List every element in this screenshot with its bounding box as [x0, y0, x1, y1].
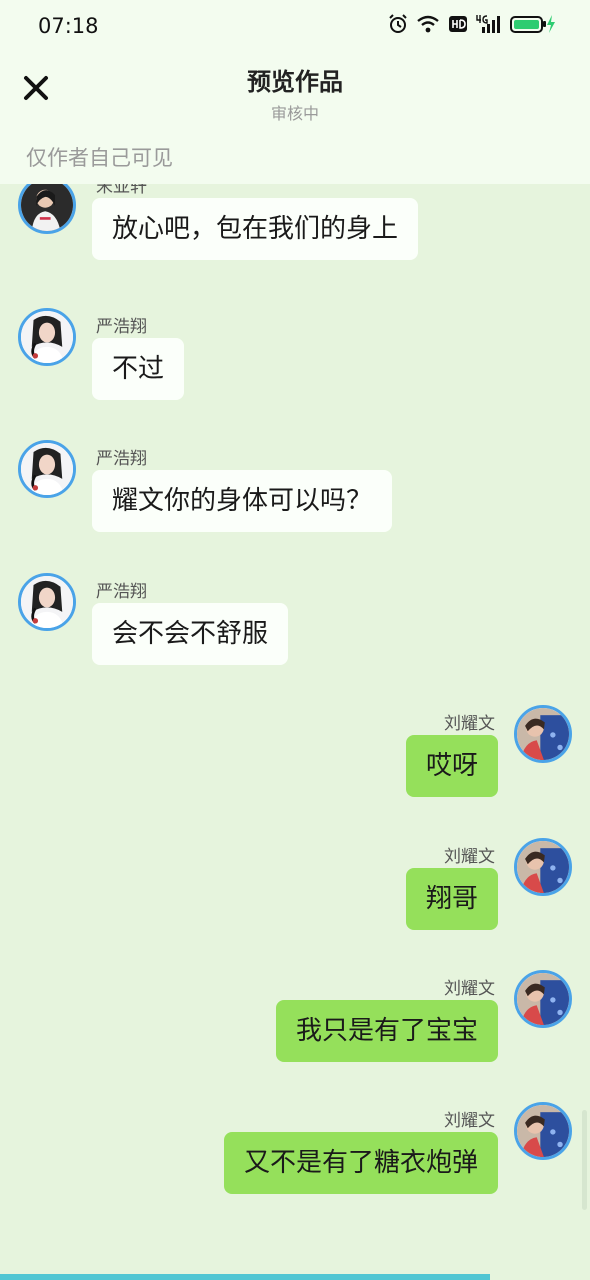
- sender-name: 刘耀文: [444, 714, 495, 734]
- battery-charging-icon: [510, 15, 555, 33]
- sender-name: 刘耀文: [444, 979, 495, 999]
- sender-name: 刘耀文: [444, 1111, 495, 1131]
- message-bubble[interactable]: 不过: [92, 338, 185, 400]
- status-time: 07:18: [38, 14, 99, 38]
- avatar[interactable]: [18, 308, 76, 366]
- progress-fill: [0, 1274, 490, 1280]
- status-bar: 07:18: [0, 0, 590, 52]
- avatar[interactable]: [18, 573, 76, 631]
- avatar[interactable]: [514, 970, 572, 1028]
- wifi-icon: [417, 15, 439, 33]
- alarm-icon: [389, 14, 407, 33]
- avatar[interactable]: [18, 440, 76, 498]
- message-bubble[interactable]: 我只是有了宝宝: [275, 1000, 498, 1062]
- sender-name: 严浩翔: [96, 317, 147, 337]
- preview-header: 预览作品 审核中 仅作者自己可见: [0, 52, 590, 184]
- avatar[interactable]: [514, 705, 572, 763]
- sender-name: 宋亚轩: [96, 184, 147, 197]
- 4g-signal-icon: [476, 15, 500, 33]
- message-bubble[interactable]: 会不会不舒服: [92, 603, 289, 665]
- avatar[interactable]: [514, 1102, 572, 1160]
- message-bubble[interactable]: 又不是有了糖衣炮弹: [223, 1132, 498, 1194]
- message-bubble[interactable]: 哎呀: [405, 735, 498, 797]
- sender-name: 严浩翔: [96, 582, 147, 602]
- message-bubble[interactable]: 耀文你的身体可以吗？: [92, 470, 393, 532]
- chat-feed[interactable]: 宋亚轩 放心吧，包在我们的身上 严浩翔 不过 严浩翔 耀文你的身体可以吗？ 严浩…: [0, 184, 590, 1274]
- avatar[interactable]: [514, 838, 572, 896]
- status-icons: [388, 14, 556, 34]
- review-status: 审核中: [270, 104, 319, 123]
- visibility-notice: 仅作者自己可见: [26, 146, 173, 170]
- message-bubble[interactable]: 翔哥: [405, 868, 498, 930]
- hd-icon: [449, 16, 467, 32]
- sender-name: 严浩翔: [96, 449, 147, 469]
- reading-progress: [0, 1274, 590, 1280]
- message-bubble[interactable]: 放心吧，包在我们的身上: [92, 198, 419, 260]
- scrollbar[interactable]: [582, 1110, 587, 1210]
- page-title: 预览作品: [247, 68, 343, 96]
- avatar[interactable]: [18, 184, 76, 234]
- sender-name: 刘耀文: [444, 847, 495, 867]
